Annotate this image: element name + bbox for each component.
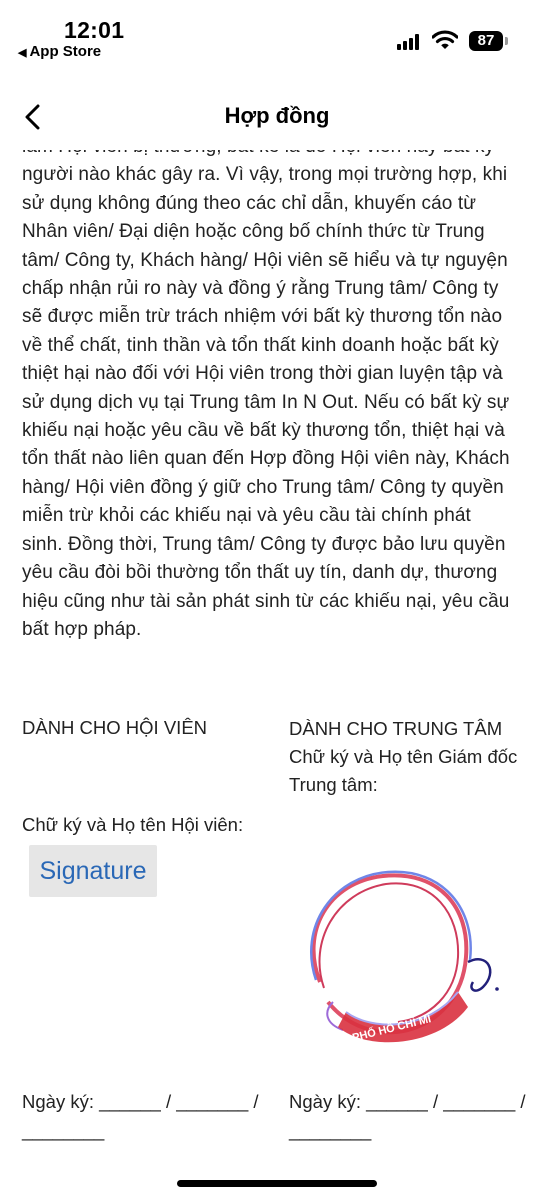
- contract-text: làm Hội viên bị thương, bất kể là do Hội…: [22, 150, 542, 644]
- contract-line: khiếu nại hoặc yêu cầu về bất kỳ thương …: [22, 420, 505, 442]
- company-stamp-signature: PHỐ HỒ CHÍ MI: [310, 870, 499, 1044]
- contract-content[interactable]: làm Hội viên bị thương, bất kể là do Hội…: [0, 150, 554, 1160]
- member-heading: DÀNH CHO HỘI VIÊN: [22, 717, 208, 738]
- contract-line: Nhân viên/ Đại diện hoặc công bố chính t…: [22, 221, 485, 243]
- member-date-year: ________: [22, 1120, 105, 1141]
- signature-button-label: Signature: [39, 857, 147, 885]
- battery-icon: 87: [469, 31, 503, 51]
- clock: 12:01: [64, 17, 125, 43]
- battery-tip: [505, 37, 508, 45]
- contract-line: tổn thất nào liên quan đến Hợp đồng Hội …: [22, 448, 510, 470]
- center-signature-label-cont: Trung tâm:: [289, 774, 378, 795]
- contract-line: hàng/ Hội viên đồng ý giữ cho Trung tâm/…: [22, 476, 504, 498]
- contract-line: sử dụng dịch vụ tại Trung tâm In N Out. …: [22, 391, 510, 413]
- center-heading: DÀNH CHO TRUNG TÂM: [289, 718, 503, 739]
- contract-line: người nào khác gây ra. Vì vậy, trong mọi…: [22, 164, 508, 186]
- wifi-icon: [432, 30, 458, 49]
- page-title: Hợp đồng: [224, 103, 330, 128]
- contract-line: sử dụng không đúng theo các chỉ dẫn, khu…: [22, 192, 477, 214]
- contract-line: yêu cầu đòi bồi thường tổn thất uy tín, …: [22, 562, 498, 584]
- back-to-app-store-link[interactable]: ◀ App Store: [18, 43, 101, 60]
- back-triangle-icon: ◀: [18, 47, 27, 59]
- member-signature-label: Chữ ký và Họ tên Hội viên:: [22, 814, 244, 835]
- signature-button[interactable]: Signature: [29, 845, 157, 897]
- contract-line: bất hợp pháp.: [22, 618, 142, 640]
- contract-line: sinh. Đồng thời, Trung tâm/ Công ty được…: [22, 533, 506, 555]
- contract-line: chấp nhận rủi ro này và đồng ý rằng Trun…: [22, 278, 499, 300]
- member-date-line: Ngày ký: ______ / _______ /: [22, 1091, 259, 1112]
- contract-line: miễn trừ khỏi các khiếu nại và yêu cầu t…: [22, 505, 471, 527]
- contract-line: làm Hội viên bị thương, bất kể là do Hội…: [22, 150, 542, 161]
- status-bar: 12:01 ◀ App Store 87: [0, 0, 554, 66]
- home-indicator: [177, 1180, 377, 1187]
- center-signature-label: Chữ ký và Họ tên Giám đốc: [289, 746, 518, 767]
- center-date-line: Ngày ký: ______ / _______ /: [289, 1091, 526, 1112]
- contract-line: hiệu cũng như tài sản phát sinh từ các k…: [22, 590, 510, 612]
- contract-line: sẽ được miễn trừ trách nhiệm với bất kỳ …: [22, 306, 503, 328]
- back-app-label: App Store: [29, 43, 102, 60]
- center-date-year: ________: [289, 1120, 372, 1141]
- contract-line: về thể chất, tinh thần và tổn thất kinh …: [22, 334, 499, 356]
- contract-line: tâm/ Công ty, Khách hàng/ Hội viên sẽ hi…: [22, 249, 508, 271]
- contract-line: thiệt hại nào đối với Hội viên trong thờ…: [22, 363, 503, 385]
- cellular-signal-icon: [397, 34, 421, 50]
